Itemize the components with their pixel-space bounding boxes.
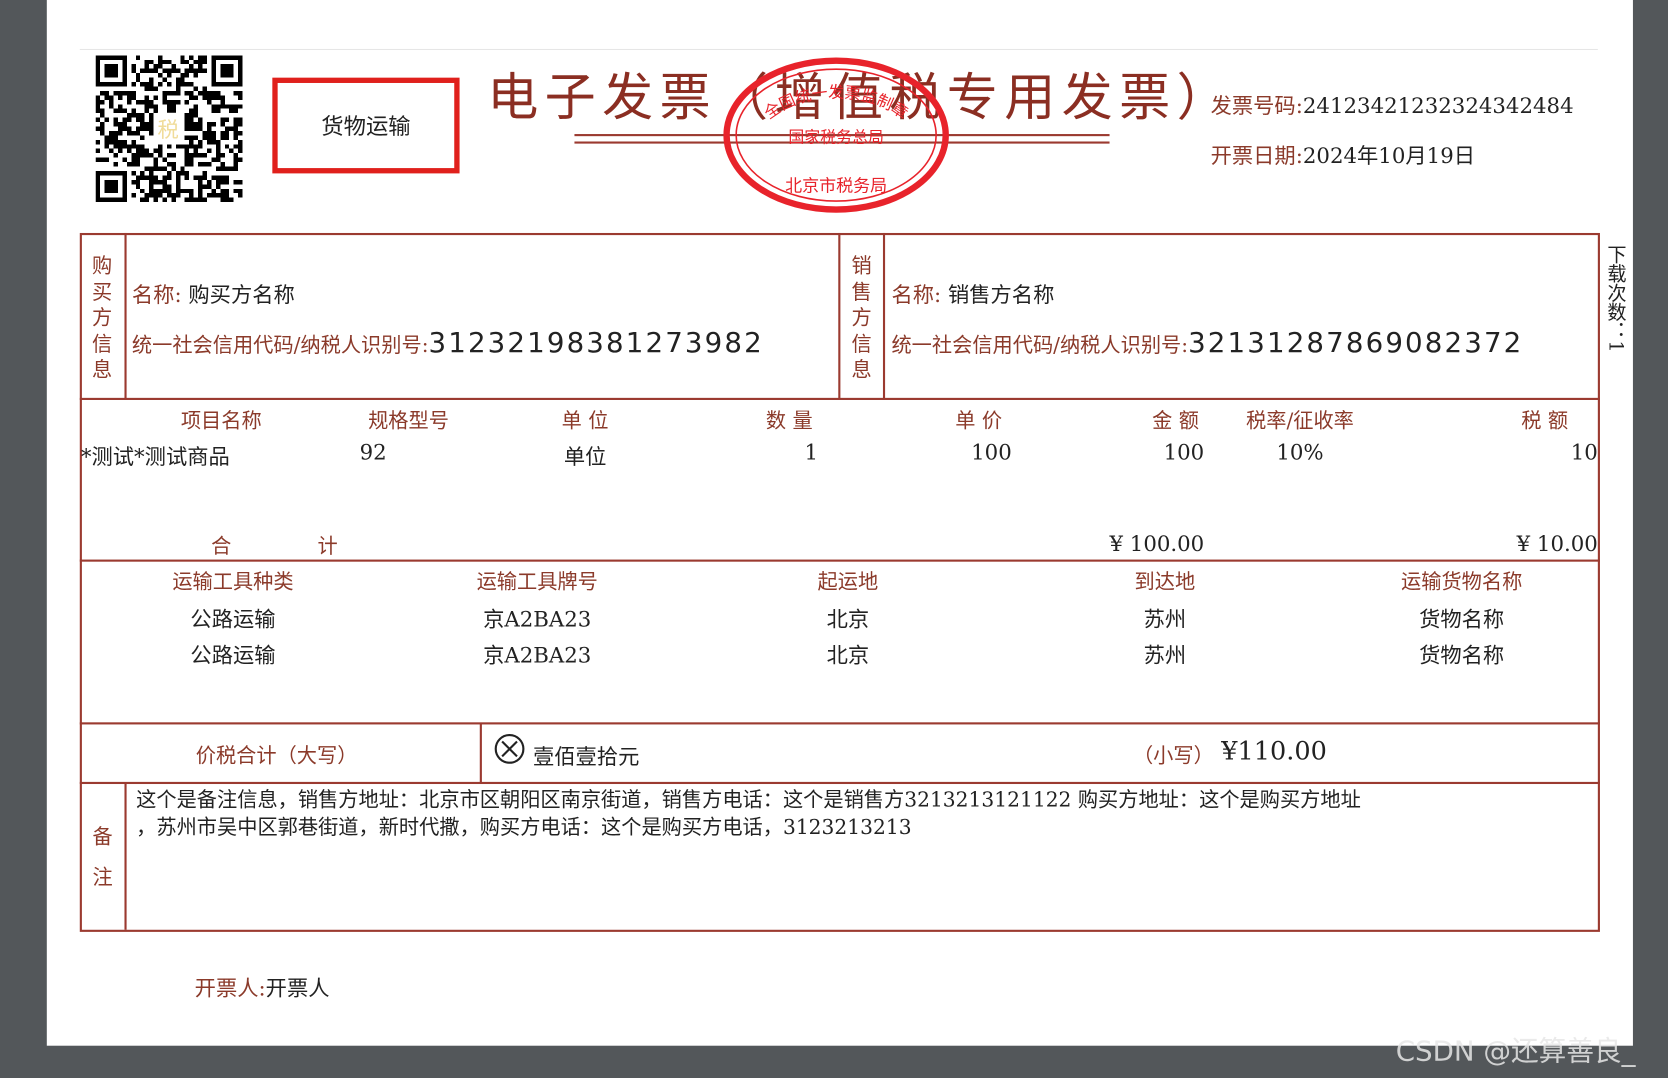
transport-header-type: 运输工具种类 — [172, 570, 294, 594]
seller-name: 名称: 销售方名称 — [891, 278, 1054, 309]
transport-origin: 北京 — [826, 606, 870, 632]
transport-goods: 货物名称 — [1419, 642, 1505, 669]
item-name: *测试*测试商品 — [80, 443, 230, 470]
buyer-name-label: 名称: — [131, 281, 182, 308]
download-count: 下载次数：1 — [1604, 244, 1627, 353]
seller-name-label: 名称: — [891, 281, 942, 308]
transport-header-destination: 到达地 — [1134, 570, 1196, 594]
col-divider — [838, 232, 841, 399]
buyer-tax-id-value: 31232198381273982 — [428, 327, 764, 360]
buyer-section-label: 购买方信息 — [92, 254, 113, 382]
stamp-top-text: 全国统一发票监制章 — [760, 83, 911, 123]
col-divider — [479, 723, 482, 783]
remarks-label-2: 注 — [92, 865, 113, 890]
issue-date-value: 2024年10月19日 — [1302, 142, 1476, 169]
cross-circle-icon — [494, 734, 525, 764]
seller-tax-id-label: 统一社会信用代码/纳税人识别号: — [891, 334, 1189, 358]
col-divider — [882, 232, 886, 399]
items-header-amount: 金 额 — [1152, 409, 1199, 433]
watermark: CSDN @还算善良_ — [1395, 1036, 1636, 1069]
items-header-price: 单 价 — [955, 409, 1003, 433]
transport-header-goods: 运输货物名称 — [1401, 570, 1523, 594]
stamp-bottom-text: 北京市税务局 — [785, 176, 887, 196]
items-header-name: 项目名称 — [180, 409, 262, 433]
qr-center-char: 税 — [157, 112, 179, 144]
issuer-value: 开票人 — [265, 975, 330, 1002]
remarks-label-1: 备 — [92, 825, 113, 849]
seller-tax-id-value: 32131287869082372 — [1188, 327, 1524, 360]
grand-total-small-label: （小写） — [1132, 744, 1214, 769]
grand-total-amount: ¥110.00 — [1221, 736, 1327, 766]
grand-total-words: 壹佰壹拾元 — [532, 743, 640, 770]
grand-total-label: 价税合计（大写） — [195, 744, 358, 769]
top-divider — [79, 48, 1598, 50]
item-tax-rate: 10% — [1276, 439, 1324, 465]
buyer-name: 名称: 购买方名称 — [132, 278, 295, 309]
total-tax: ¥ 10.00 — [1516, 530, 1598, 557]
items-header-spec: 规格型号 — [368, 409, 449, 433]
buyer-tax-id-label: 统一社会信用代码/纳税人识别号: — [131, 334, 429, 358]
invoice-number-value: 24123421232324342484 — [1302, 92, 1574, 119]
items-header-unit: 单 位 — [561, 409, 609, 433]
transport-header-plate: 运输工具牌号 — [476, 570, 598, 594]
invoice-number: 发票号码:24123421232324342484 — [1211, 88, 1574, 119]
item-unit: 单位 — [563, 443, 607, 470]
buyer-tax-id: 统一社会信用代码/纳税人识别号:31232198381273982 — [132, 328, 764, 360]
items-header-tax: 税 额 — [1521, 409, 1569, 433]
transport-plate: 京A2BA23 — [483, 642, 592, 669]
stamp-middle-text: 国家税务总局 — [788, 128, 884, 147]
col-divider — [124, 782, 127, 930]
items-header-tax-rate: 税率/征收率 — [1246, 409, 1354, 433]
transport-destination: 苏州 — [1143, 642, 1187, 669]
transport-origin: 北京 — [826, 642, 870, 669]
item-spec: 92 — [359, 439, 387, 465]
item-tax: 10 — [1570, 439, 1598, 465]
category-box: 货物运输 — [272, 77, 460, 174]
item-qty: 1 — [804, 439, 819, 465]
qr-code[interactable]: 税 — [95, 55, 243, 203]
issue-date: 开票日期:2024年10月19日 — [1211, 138, 1475, 169]
items-header-qty: 数 量 — [765, 409, 813, 433]
row-divider — [79, 559, 1600, 562]
total-amount: ¥ 100.00 — [1109, 530, 1205, 557]
seller-name-value: 销售方名称 — [947, 281, 1055, 308]
seller-tax-id: 统一社会信用代码/纳税人识别号:32131287869082372 — [891, 328, 1523, 360]
transport-type: 公路运输 — [190, 642, 276, 669]
col-divider — [124, 232, 127, 399]
invoice-number-label: 发票号码: — [1210, 92, 1303, 119]
seller-section-label: 销售方信息 — [851, 254, 872, 382]
transport-goods: 货物名称 — [1419, 606, 1505, 632]
item-price: 100 — [971, 439, 1012, 465]
transport-header-origin: 起运地 — [817, 570, 879, 594]
item-amount: 100 — [1163, 439, 1205, 465]
issue-date-label: 开票日期: — [1210, 142, 1303, 169]
remarks-line-1: 这个是备注信息，销售方地址：北京市区朝阳区南京街道，销售方电话：这个是销售方32… — [136, 788, 1361, 812]
transport-plate: 京A2BA23 — [483, 606, 592, 632]
issuer: 开票人:开票人 — [195, 971, 330, 1002]
buyer-name-value: 购买方名称 — [188, 281, 295, 308]
row-divider — [79, 722, 1600, 725]
total-label-2: 计 — [317, 535, 338, 559]
transport-destination: 苏州 — [1143, 606, 1187, 632]
remarks-line-2: ，苏州市吴中区郭巷街道，新时代撒，购买方电话：这个是购买方电话，31232132… — [136, 815, 912, 840]
issuer-label: 开票人: — [194, 975, 266, 1002]
transport-type: 公路运输 — [190, 606, 276, 632]
total-label-1: 合 — [211, 535, 232, 559]
tax-stamp: 全国统一发票监制章 国家税务总局 北京市税务局 — [723, 57, 949, 213]
